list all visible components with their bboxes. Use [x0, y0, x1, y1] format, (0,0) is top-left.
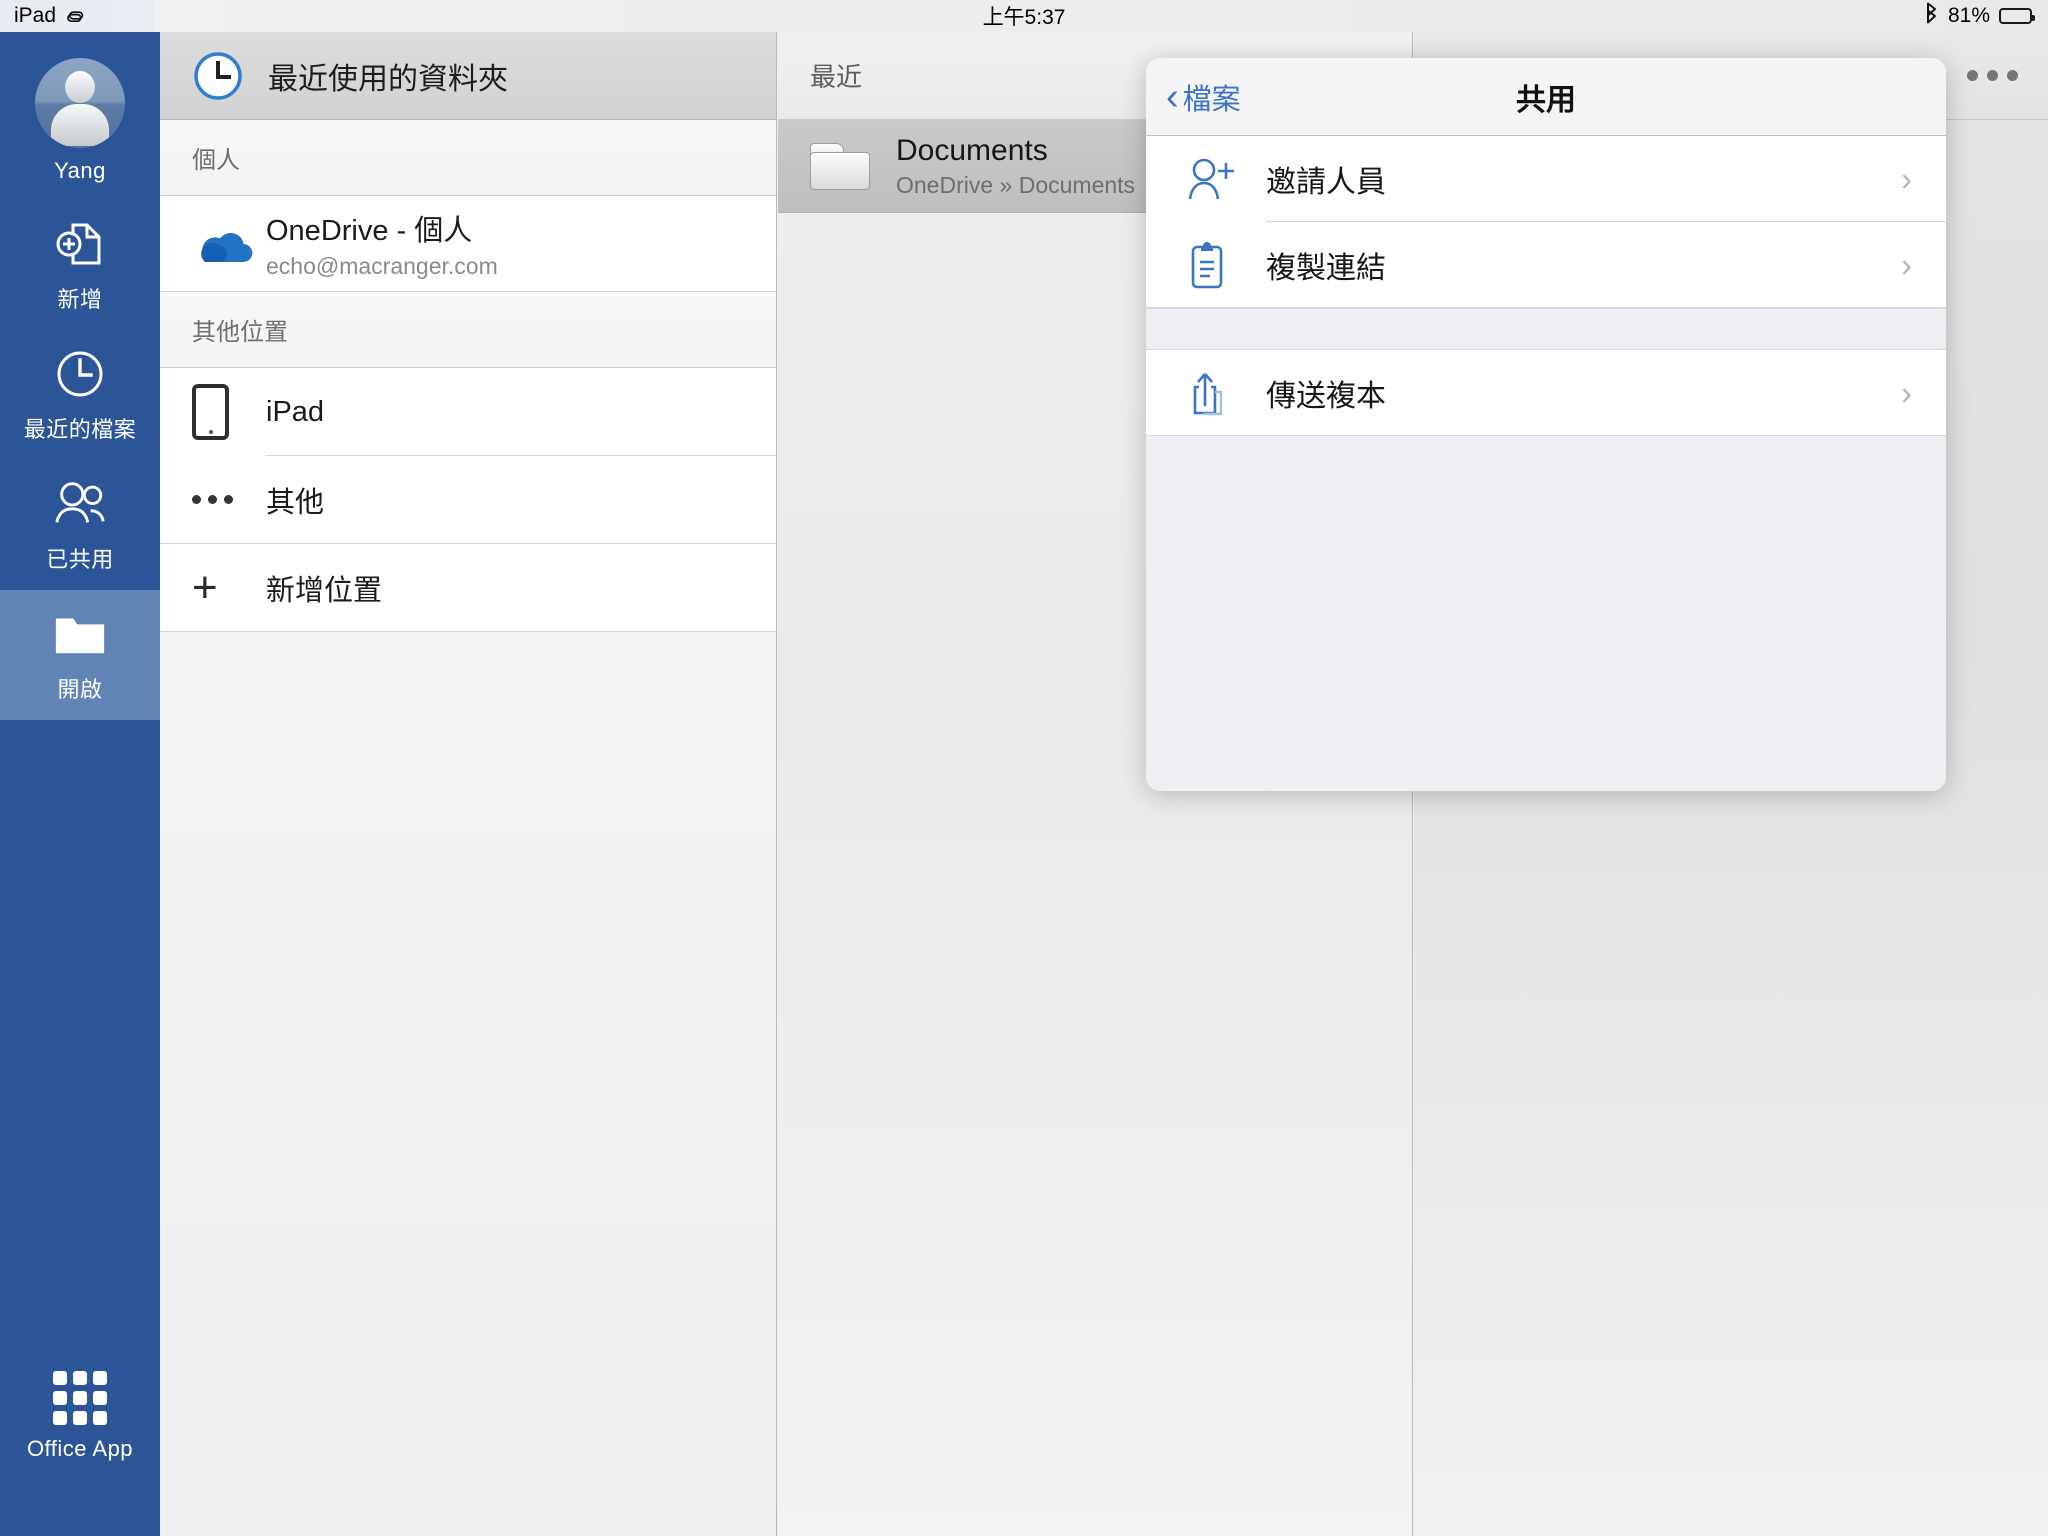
account-avatar-item[interactable]: Yang [0, 32, 160, 200]
chevron-right-icon: › [1901, 374, 1912, 411]
sidebar-item-shared[interactable]: 已共用 [0, 460, 160, 590]
place-row-other[interactable]: 其他 [160, 456, 776, 544]
ipad-screen: iPad 上午5:37 81% Yang 新增 最近的檔案 已共用 開啟 Off… [0, 0, 2048, 1536]
folder-list-item-title: Documents [896, 133, 1048, 167]
left-navigation-rail: Yang 新增 最近的檔案 已共用 開啟 Office App [0, 32, 160, 1536]
bluetooth-icon [1924, 2, 1939, 30]
sidebar-item-label: Office App [26, 1436, 134, 1461]
status-clock: 上午5:37 [982, 6, 1066, 29]
plus-icon: + [192, 562, 218, 612]
section-header-personal: 個人 [160, 120, 776, 196]
share-popover-body: 邀請人員 › 複製連結 › 傳送複本 › [1146, 136, 1946, 791]
share-option-label: 傳送複本 [1266, 379, 1386, 413]
place-row-subtitle: echo@macranger.com [266, 253, 498, 279]
share-option-copy-link[interactable]: 複製連結 › [1146, 222, 1946, 308]
recent-panel-header-label: 最近 [810, 62, 863, 92]
folder-list-item-path: OneDrive » Documents [896, 171, 1136, 198]
sidebar-item-open[interactable]: 開啟 [0, 590, 160, 720]
new-document-icon [52, 216, 108, 272]
clock-icon [192, 50, 244, 102]
sidebar-item-new[interactable]: 新增 [0, 200, 160, 330]
folder-list-item-text: Documents OneDrive » Documents [896, 134, 1135, 199]
battery-icon [1999, 8, 2035, 24]
sidebar-item-office-app[interactable]: Office App [0, 1354, 160, 1478]
sidebar-item-label: 最近的檔案 [23, 417, 137, 442]
place-row-add-location[interactable]: + 新增位置 [160, 544, 776, 632]
battery-percent: 81% [1947, 4, 1990, 27]
share-popover: ‹ 檔案 共用 邀請人員 › 複製連結 › 傳送複本 › [1146, 58, 1946, 791]
status-bar: iPad 上午5:37 81% [0, 0, 2048, 32]
page-title: 最近使用的資料夾 [268, 62, 508, 96]
places-panel: 最近使用的資料夾 個人 OneDrive - 個人 echo@macranger… [160, 32, 777, 1536]
people-icon [52, 476, 108, 532]
clipboard-link-icon [1186, 240, 1266, 290]
onedrive-cloud-icon [192, 224, 266, 264]
place-row-title: 新增位置 [266, 574, 383, 607]
sidebar-item-label: 新增 [57, 287, 103, 312]
app-grid-icon [52, 1370, 108, 1426]
account-name: Yang [54, 158, 106, 183]
place-row-onedrive[interactable]: OneDrive - 個人 echo@macranger.com [160, 196, 776, 292]
avatar-icon [35, 58, 125, 148]
status-bar-right: 81% [1924, 2, 2035, 30]
section-header-label: 個人 [192, 147, 240, 174]
section-header-label: 其他位置 [192, 319, 288, 346]
chevron-right-icon: › [1901, 160, 1912, 198]
section-header-other-locations: 其他位置 [160, 292, 776, 368]
share-export-icon [1186, 368, 1266, 418]
share-popover-header: ‹ 檔案 共用 [1146, 58, 1946, 136]
place-row-title: iPad [266, 395, 325, 428]
chevron-right-icon: › [1901, 246, 1912, 283]
clock-icon [52, 346, 108, 402]
ellipsis-icon[interactable] [1967, 70, 2018, 81]
share-option-label: 複製連結 [1266, 251, 1386, 285]
folder-icon [52, 606, 108, 662]
folder-icon [810, 142, 870, 190]
place-row-ipad[interactable]: iPad [160, 368, 776, 456]
share-popover-group-gap [1146, 308, 1946, 350]
share-option-label: 邀請人員 [1266, 166, 1386, 199]
sidebar-item-recent[interactable]: 最近的檔案 [0, 330, 160, 460]
ellipsis-icon [192, 495, 266, 504]
sidebar-item-label: 開啟 [57, 677, 103, 702]
place-row-text: OneDrive - 個人 echo@macranger.com [266, 207, 498, 280]
ipad-icon [192, 384, 266, 440]
share-popover-title: 共用 [1516, 83, 1576, 117]
share-option-invite-people[interactable]: 邀請人員 › [1146, 136, 1946, 222]
share-option-send-a-copy[interactable]: 傳送複本 › [1146, 350, 1946, 436]
person-add-icon [1186, 155, 1266, 203]
places-header[interactable]: 最近使用的資料夾 [160, 32, 776, 120]
sidebar-item-label: 已共用 [46, 547, 114, 572]
rail-bottom-group: Office App [0, 1354, 160, 1478]
place-row-title: 其他 [266, 486, 325, 519]
place-row-title: OneDrive - 個人 [266, 215, 473, 247]
